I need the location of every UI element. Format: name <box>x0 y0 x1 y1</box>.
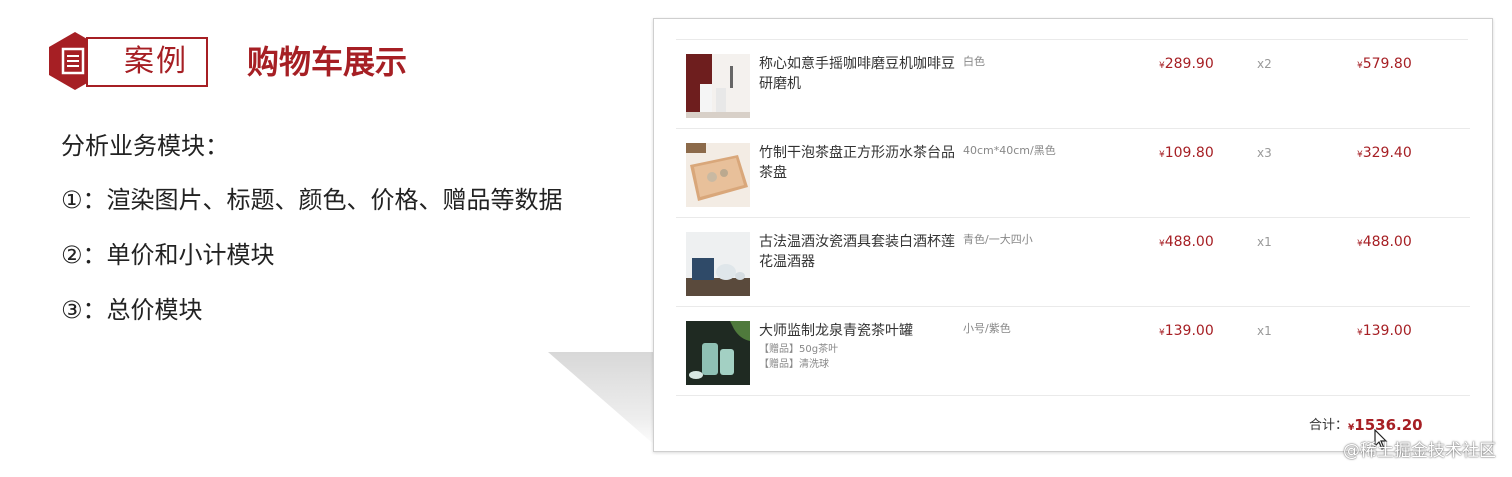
item-subtotal: ¥329.40 <box>1357 145 1412 161</box>
item-name: 古法温酒汝瓷酒具套装白酒杯莲花温酒器 <box>759 234 955 270</box>
item-quantity: x2 <box>1257 57 1272 71</box>
item-gift: 【赠品】清洗球 <box>759 359 829 370</box>
item-attribute: 小号/紫色 <box>963 322 1011 335</box>
slide-title: 购物车展示 <box>247 43 408 81</box>
item-name: 称心如意手摇咖啡磨豆机咖啡豆研磨机 <box>759 56 955 92</box>
item-price: ¥488.00 <box>1159 234 1214 250</box>
item-attribute: 青色/一大四小 <box>963 233 1033 246</box>
item-attribute: 白色 <box>963 55 985 68</box>
item-price: ¥139.00 <box>1159 323 1214 339</box>
item-quantity: x1 <box>1257 235 1272 249</box>
point-3: ③：总价模块 <box>61 296 203 324</box>
item-price: ¥289.90 <box>1159 56 1214 72</box>
cart-row: 大师监制龙泉青瓷茶叶罐 【赠品】50g茶叶 【赠品】清洗球 小号/紫色 ¥139… <box>676 307 1470 396</box>
cart-panel: 称心如意手摇咖啡磨豆机咖啡豆研磨机 白色 ¥289.90 x2 ¥579.80 … <box>653 18 1493 452</box>
tea-tray-image <box>686 143 750 207</box>
item-subtotal: ¥579.80 <box>1357 56 1412 72</box>
item-attribute: 40cm*40cm/黑色 <box>963 144 1056 157</box>
item-subtotal: ¥139.00 <box>1357 323 1412 339</box>
analysis-heading: 分析业务模块： <box>61 132 229 160</box>
point-2: ②：单价和小计模块 <box>61 241 275 269</box>
item-quantity: x1 <box>1257 324 1272 338</box>
wine-set-image <box>686 232 750 296</box>
total-label: 合计： <box>1309 418 1349 433</box>
cart-row: 称心如意手摇咖啡磨豆机咖啡豆研磨机 白色 ¥289.90 x2 ¥579.80 <box>676 40 1470 129</box>
case-tag: 案例 <box>124 44 188 79</box>
cart-row: 古法温酒汝瓷酒具套装白酒杯莲花温酒器 青色/一大四小 ¥488.00 x1 ¥4… <box>676 218 1470 307</box>
item-name: 竹制干泡茶盘正方形沥水茶台品茶盘 <box>759 145 955 181</box>
item-price: ¥109.80 <box>1159 145 1214 161</box>
panel-shadow <box>548 352 658 448</box>
item-name: 大师监制龙泉青瓷茶叶罐 <box>759 323 913 339</box>
cart-row: 竹制干泡茶盘正方形沥水茶台品茶盘 40cm*40cm/黑色 ¥109.80 x3… <box>676 129 1470 218</box>
tea-jar-image <box>686 321 750 385</box>
coffee-grinder-image <box>686 54 750 118</box>
item-subtotal: ¥488.00 <box>1357 234 1412 250</box>
item-quantity: x3 <box>1257 146 1272 160</box>
item-gift: 【赠品】50g茶叶 <box>759 344 839 355</box>
watermark: @稀土掘金技术社区 <box>1343 441 1496 461</box>
point-1: ①：渲染图片、标题、颜色、价格、赠品等数据 <box>61 186 563 214</box>
